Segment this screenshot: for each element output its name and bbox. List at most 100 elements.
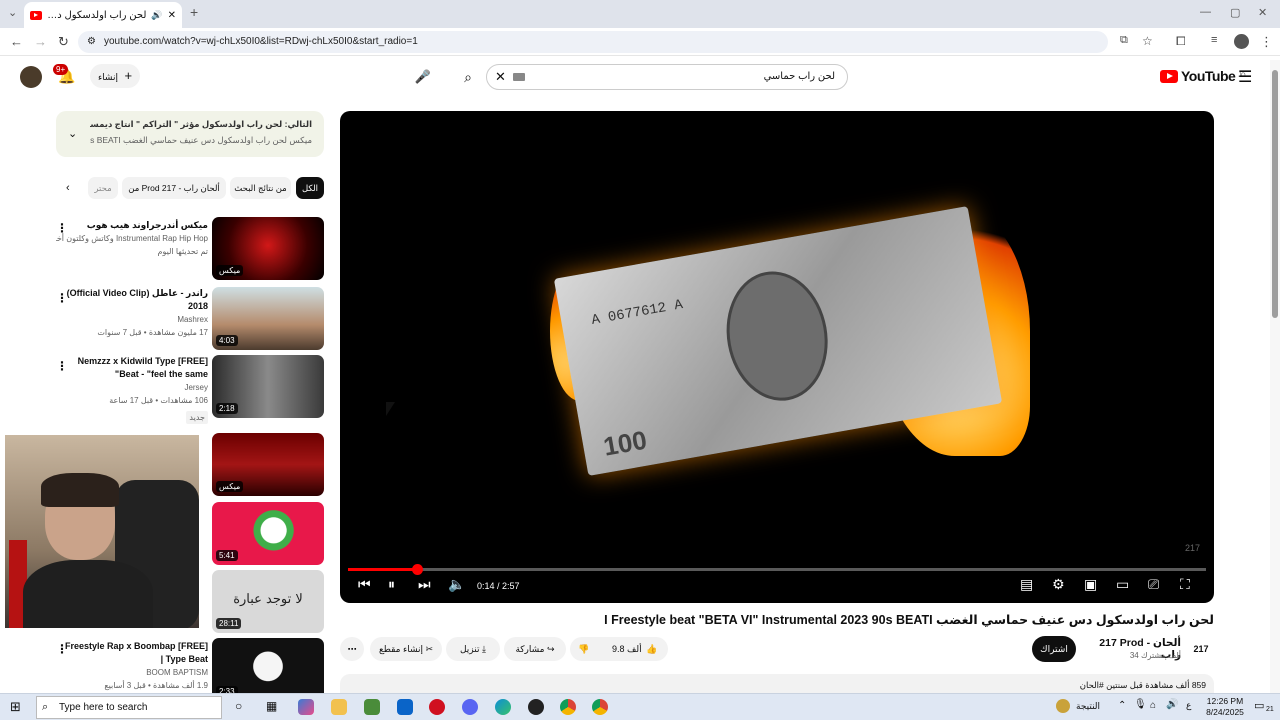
chrome-icon[interactable] — [560, 699, 576, 715]
thumb-graffiti-text: لا توجد عبارة — [233, 592, 303, 607]
reload-icon[interactable]: ↻ — [58, 34, 69, 50]
like-icon[interactable]: 👍 — [646, 637, 657, 661]
item-meta: [FREE] Freestyle Rap x Boombap Type Beat… — [56, 640, 208, 692]
browser-tab[interactable]: لحن راب اولدسكول دس (170) 🔊 ✕ — [24, 2, 182, 28]
list-item[interactable]: 2:33 ⋮ [FREE] Freestyle Rap x Boombap Ty… — [56, 638, 324, 694]
duration-badge: 4:03 — [216, 335, 238, 346]
tray-chevron-icon[interactable]: ⌃ — [1118, 700, 1126, 711]
theater-mode-icon[interactable]: ▭ — [1116, 576, 1129, 593]
voice-search-icon[interactable]: 🎤 — [410, 64, 436, 90]
address-bar[interactable]: ⚙ youtube.com/watch?v=wj-chLx50I0&list=R… — [78, 31, 1108, 53]
tab-audio-icon[interactable]: 🔊 — [151, 10, 162, 21]
video-thumbnail[interactable]: ميكس — [212, 217, 324, 280]
outlook-icon[interactable] — [397, 699, 413, 715]
miniplayer-icon[interactable]: ▣ — [1084, 576, 1097, 593]
mouse-cursor — [386, 402, 395, 416]
weather-text[interactable]: النتيجة — [1076, 701, 1100, 712]
task-view-icon[interactable]: ▦ — [266, 699, 277, 713]
pause-icon[interactable]: ⏸ — [388, 576, 395, 593]
fullscreen-icon[interactable]: ⛶ — [1180, 576, 1190, 593]
minimize-icon[interactable]: — — [1200, 6, 1211, 18]
weather-icon[interactable] — [1056, 699, 1070, 713]
page-scrollbar[interactable] — [1270, 60, 1280, 693]
list-item[interactable]: 2:18 ⋮ [FREE] Nemzzz x Kidwild Type Beat… — [56, 355, 324, 424]
taskbar-search-input[interactable]: ⌕ Type here to search — [36, 696, 222, 719]
network-icon[interactable]: ⌂ — [1150, 700, 1156, 711]
previous-icon[interactable]: ⏮ — [358, 576, 371, 593]
bookmark-star-icon[interactable]: ☆ — [1142, 34, 1153, 48]
settings-gear-icon[interactable]: ⚙ — [1052, 576, 1065, 593]
share-button[interactable]: مشاركة ↪ — [504, 637, 566, 661]
obs-icon[interactable] — [528, 699, 544, 715]
maximize-icon[interactable]: ▢ — [1230, 6, 1240, 19]
up-next-panel[interactable]: التالي: لحن راب اولدسكول مؤثر " التراكم … — [56, 111, 324, 157]
progress-bar[interactable] — [348, 564, 1206, 575]
chrome-canary-icon[interactable] — [592, 699, 608, 715]
video-thumbnail[interactable]: 5:41 — [212, 502, 324, 565]
forward-icon[interactable]: → — [34, 34, 47, 49]
scrollbar-thumb[interactable] — [1272, 70, 1278, 318]
video-player[interactable]: A 0677612 A 100 217 ⏮ ⏸ ⏭ 🔈 0:14 / 2:57 … — [340, 111, 1214, 603]
back-icon[interactable]: ← — [10, 34, 23, 49]
chip-from-search[interactable]: من نتائج البحث — [230, 177, 291, 199]
discord-icon[interactable] — [462, 699, 478, 715]
more-actions-icon[interactable]: ⋯ — [340, 637, 364, 661]
chip-from-channel[interactable]: من Prod 217 - ألحان راب — [122, 177, 226, 199]
progress-scrubber[interactable] — [411, 564, 423, 575]
list-item[interactable]: ميكس ⋮ ميكس أندرجراوند هيب هوب Instrumen… — [56, 217, 324, 283]
download-label: تنزيل — [459, 644, 480, 654]
subtitles-icon[interactable]: ▤ — [1020, 576, 1033, 593]
media-control-icon[interactable]: ≡ — [1211, 34, 1217, 46]
taskbar-clock[interactable]: 12:26 PM 8/24/2025 — [1200, 696, 1250, 718]
video-thumbnail[interactable]: 2:33 — [212, 638, 324, 694]
chips-scroll-left-icon[interactable]: ‹ — [66, 182, 70, 194]
keyboard-icon[interactable] — [513, 73, 525, 81]
windows-start-icon[interactable]: ⊞ — [10, 699, 21, 715]
video-thumbnail[interactable]: لا توجد عبارة 28:11 — [212, 570, 324, 633]
dislike-icon[interactable]: 👎 — [578, 637, 589, 661]
chip-all[interactable]: الكل — [296, 177, 324, 199]
guide-menu-icon[interactable]: ☰ — [1238, 67, 1252, 87]
video-thumbnail[interactable]: ميكس — [212, 433, 324, 496]
notification-center-icon[interactable]: ▭ — [1254, 699, 1264, 712]
chevron-down-icon[interactable]: ⌄ — [68, 127, 77, 140]
opera-icon[interactable] — [429, 699, 445, 715]
file-explorer-icon[interactable] — [331, 699, 347, 715]
tray-mic-icon[interactable]: 🎙 — [1134, 699, 1147, 710]
install-app-icon[interactable]: ⧉ — [1120, 34, 1128, 47]
channel-logo[interactable]: 217 — [1190, 638, 1212, 660]
next-icon[interactable]: ⏭ — [418, 576, 431, 593]
tab-close-icon[interactable]: ✕ — [168, 10, 176, 21]
volume-icon[interactable]: 🔈 — [448, 576, 465, 593]
window-close-icon[interactable]: ✕ — [1258, 6, 1267, 19]
copilot-icon[interactable] — [298, 699, 314, 715]
youtube-logo[interactable]: YouTube JO — [1160, 68, 1245, 84]
like-count[interactable]: 9.8 ألف — [612, 637, 642, 661]
video-thumbnail[interactable]: 2:18 — [212, 355, 324, 418]
edge-icon[interactable] — [495, 699, 511, 715]
browser-menu-icon[interactable]: ⋮ — [1260, 34, 1273, 50]
video-thumbnail[interactable]: 4:03 — [212, 287, 324, 350]
account-avatar[interactable] — [20, 66, 42, 88]
clip-button[interactable]: إنشاء مقطع ✂ — [370, 637, 442, 661]
site-info-icon[interactable]: ⚙ — [87, 31, 96, 53]
download-button[interactable]: تنزيل ⤓ — [446, 637, 500, 661]
new-tab-icon[interactable]: + — [190, 4, 198, 20]
store-icon[interactable] — [364, 699, 380, 715]
tab-title: لحن راب اولدسكول دس (170) — [47, 9, 147, 21]
cast-icon[interactable]: ⎚ — [1148, 576, 1159, 593]
profile-avatar[interactable] — [1234, 34, 1249, 49]
description-box[interactable]: 859 ألف مشاهدة قبل سنتين #الحان — [340, 674, 1214, 694]
cortana-icon[interactable]: ○ — [235, 699, 242, 713]
tab-search-icon[interactable]: ⌄ — [8, 6, 17, 19]
speaker-icon[interactable]: 🔊 — [1166, 699, 1178, 710]
list-item[interactable]: 4:03 ⋮ راندر - عاطل (Official Video Clip… — [56, 287, 324, 351]
search-button[interactable]: ⌕ — [450, 64, 486, 90]
chip-related[interactable]: محتر — [88, 177, 118, 199]
create-button[interactable]: إنشاء + — [90, 64, 140, 88]
extensions-icon[interactable]: ⧠ — [1176, 34, 1186, 49]
search-input[interactable]: ✕ لحن راب حماسي — [486, 64, 848, 90]
clear-search-icon[interactable]: ✕ — [495, 65, 506, 89]
subscribe-button[interactable]: اشتراك — [1032, 636, 1076, 662]
language-indicator[interactable]: ع — [1186, 700, 1191, 711]
